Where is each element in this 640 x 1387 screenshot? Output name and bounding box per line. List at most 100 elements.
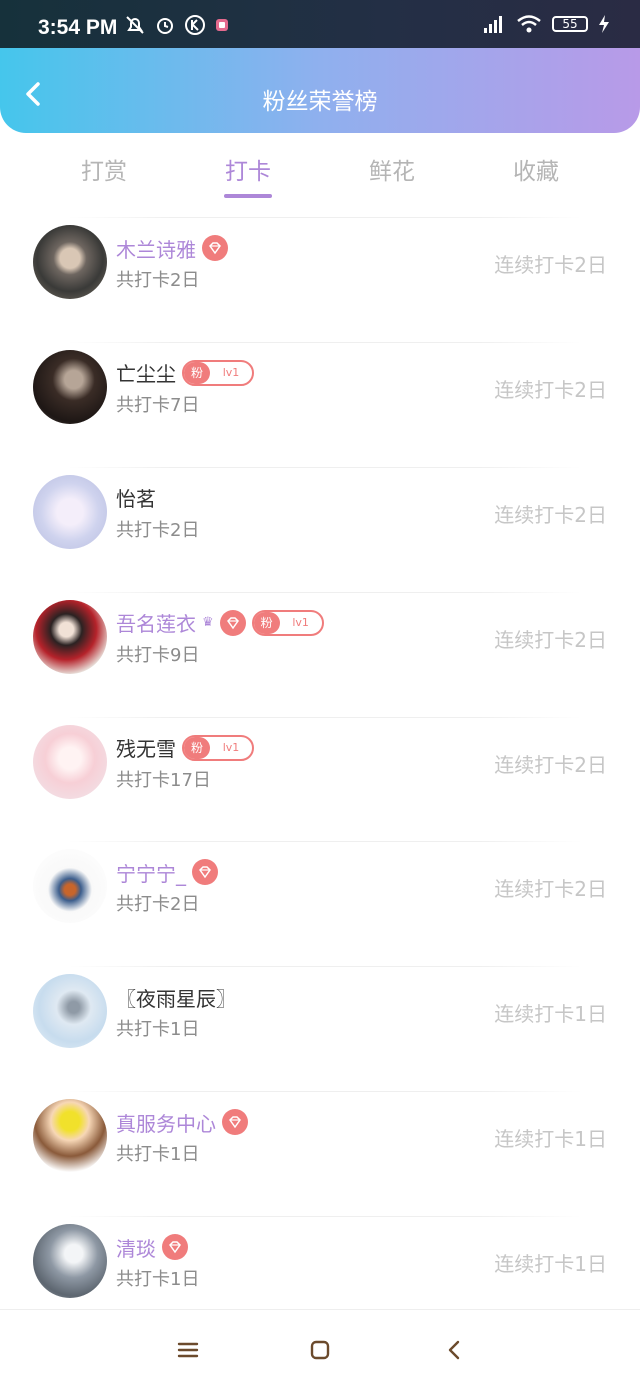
fan-badge-label: 粉	[184, 736, 210, 759]
name-line: 木兰诗雅	[116, 233, 228, 263]
fan-badge-level: lv1	[222, 366, 240, 380]
streak-checkin: 连续打卡1日	[494, 1127, 607, 1152]
row-divider	[68, 716, 582, 718]
row-divider	[68, 466, 582, 468]
list-item[interactable]: 亡尘尘 粉 lv1 共打卡7日 连续打卡2日	[0, 341, 640, 467]
app-screen: { "status_bar": { "time": "3:54 PM", "ba…	[0, 0, 640, 1387]
status-right-icons: 55	[480, 14, 610, 34]
tab-reward[interactable]: 打赏	[32, 140, 176, 204]
list-item[interactable]: 残无雪 粉 lv1 共打卡17日 连续打卡2日	[0, 716, 640, 842]
fan-level-badge: 粉 lv1	[182, 359, 254, 386]
list-item[interactable]: 吾名莲衣 ♛ 粉 lv1 共打卡9日 连续打卡2日	[0, 591, 640, 717]
avatar[interactable]	[33, 599, 107, 674]
row-divider	[68, 1216, 582, 1218]
home-button[interactable]	[306, 1336, 334, 1364]
list-item[interactable]: 真服务中心 共打卡1日 连续打卡1日	[0, 1091, 640, 1216]
total-checkin: 共打卡1日	[116, 1019, 200, 1041]
row-divider	[68, 591, 582, 593]
avatar[interactable]	[33, 974, 107, 1049]
user-name: 亡尘尘	[116, 362, 176, 387]
diamond-icon	[192, 859, 218, 886]
avatar[interactable]	[33, 474, 107, 549]
streak-checkin: 连续打卡1日	[494, 1252, 607, 1277]
notification-app-icon	[216, 19, 228, 31]
user-name: 真服务中心	[116, 1111, 216, 1136]
user-name: 木兰诗雅	[116, 237, 196, 262]
page-title: 粉丝荣誉榜	[262, 89, 378, 115]
tab-bar: 打赏 打卡 鲜花 收藏	[0, 140, 640, 204]
fan-badge-label: 粉	[253, 611, 280, 634]
menu-button[interactable]	[174, 1336, 202, 1364]
alarm-icon	[157, 18, 173, 34]
avatar[interactable]	[33, 1099, 107, 1174]
row-divider	[68, 341, 582, 343]
total-checkin: 共打卡2日	[116, 894, 200, 916]
app-header: 3:54 PM 55 粉丝荣誉榜	[0, 0, 640, 133]
fan-level-badge: 粉 lv1	[251, 609, 324, 636]
mute-bell-icon	[126, 16, 144, 34]
tab-favorites[interactable]: 收藏	[464, 140, 608, 204]
wifi-icon	[517, 15, 541, 33]
total-checkin: 共打卡2日	[116, 270, 200, 291]
charging-icon	[599, 15, 609, 33]
row-divider	[68, 966, 582, 968]
avatar[interactable]	[33, 1224, 107, 1299]
user-name: 清琰	[116, 1236, 156, 1261]
list-item[interactable]: 怡茗 共打卡2日 连续打卡2日	[0, 466, 640, 592]
row-divider	[68, 217, 582, 218]
total-checkin: 共打卡1日	[116, 1144, 200, 1166]
fan-badge-level: lv1	[292, 616, 309, 630]
row-divider	[68, 1091, 582, 1093]
name-line: 怡茗	[116, 483, 156, 513]
user-name: 宁宁宁_	[116, 861, 186, 886]
list-item[interactable]: 宁宁宁_ 共打卡2日 连续打卡2日	[0, 841, 640, 966]
user-name: 怡茗	[116, 487, 156, 512]
list-item[interactable]: 〖夜雨星辰〗 共打卡1日 连续打卡1日	[0, 966, 640, 1091]
total-checkin: 共打卡1日	[116, 1269, 200, 1291]
name-line: 残无雪 粉 lv1	[116, 733, 254, 763]
user-name: 残无雪	[116, 737, 176, 762]
fan-list: 木兰诗雅 共打卡2日 连续打卡2日 亡尘尘 粉 lv1 共打卡7日 连续打卡2日	[0, 217, 640, 1341]
streak-checkin: 连续打卡2日	[494, 377, 607, 402]
name-line: 亡尘尘 粉 lv1	[116, 358, 254, 388]
system-back-button[interactable]	[440, 1336, 468, 1364]
diamond-icon	[162, 1234, 188, 1261]
menu-icon	[177, 1342, 199, 1358]
streak-checkin: 连续打卡2日	[494, 627, 607, 652]
status-time: 3:54 PM	[38, 16, 118, 39]
name-line: 吾名莲衣 ♛ 粉 lv1	[116, 608, 324, 638]
tab-checkin[interactable]: 打卡	[176, 140, 320, 204]
tab-flowers[interactable]: 鲜花	[320, 140, 464, 204]
fan-level-badge: 粉 lv1	[182, 734, 254, 761]
avatar[interactable]	[33, 349, 107, 424]
name-line: 〖夜雨星辰〗	[116, 982, 236, 1012]
avatar[interactable]	[33, 849, 107, 924]
streak-checkin: 连续打卡2日	[494, 253, 607, 277]
avatar[interactable]	[33, 225, 107, 299]
battery-level: 55	[552, 16, 588, 32]
diamond-icon	[219, 609, 246, 636]
back-icon	[448, 1340, 460, 1360]
total-checkin: 共打卡17日	[116, 769, 211, 791]
fan-badge-level: lv1	[222, 741, 240, 755]
signal-icon	[484, 16, 502, 33]
name-line: 宁宁宁_	[116, 857, 218, 887]
total-checkin: 共打卡7日	[116, 394, 200, 416]
row-divider	[68, 841, 582, 843]
fan-badge-label: 粉	[184, 361, 210, 384]
avatar[interactable]	[33, 724, 107, 799]
total-checkin: 共打卡9日	[116, 644, 200, 666]
crown-icon: ♛	[202, 615, 214, 631]
status-left-icons	[124, 14, 230, 36]
user-name: 〖夜雨星辰〗	[116, 986, 236, 1011]
user-name: 吾名莲衣	[116, 612, 196, 637]
square-icon	[310, 1340, 330, 1360]
k-app-icon	[185, 15, 205, 35]
streak-checkin: 连续打卡2日	[494, 877, 607, 902]
streak-checkin: 连续打卡2日	[494, 502, 607, 527]
streak-checkin: 连续打卡1日	[494, 1002, 607, 1027]
name-line: 清琰	[116, 1232, 188, 1262]
diamond-icon	[202, 235, 228, 261]
list-item[interactable]: 木兰诗雅 共打卡2日 连续打卡2日	[0, 217, 640, 342]
total-checkin: 共打卡2日	[116, 519, 200, 541]
